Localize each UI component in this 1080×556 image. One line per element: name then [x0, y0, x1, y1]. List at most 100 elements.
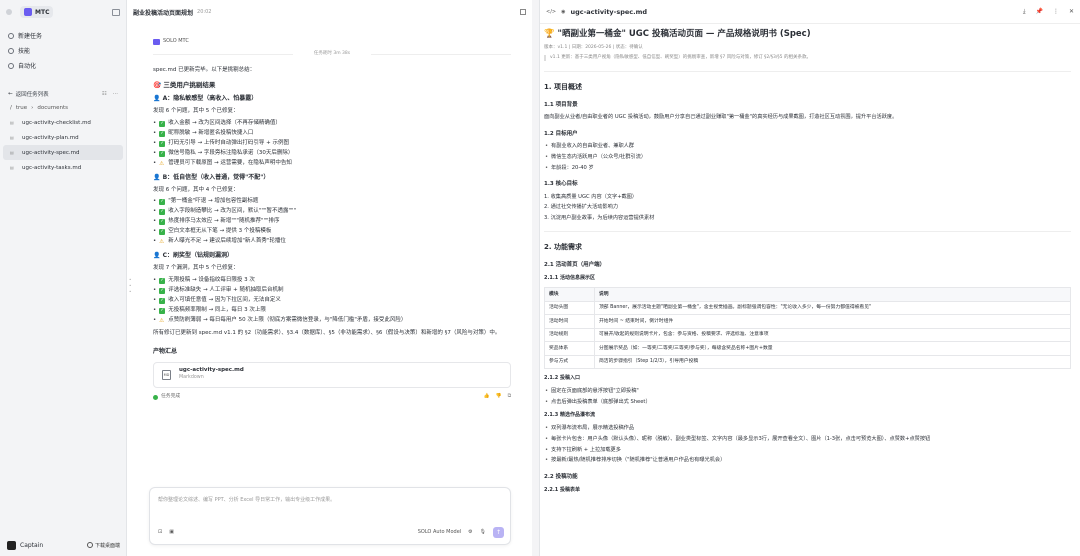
table-header-row: 模块 说明 — [544, 287, 1071, 302]
download-desktop-button[interactable]: 下载桌面端 — [86, 542, 120, 549]
warning-icon: ⚠ — [159, 160, 165, 167]
list-item: 点击后弹出投稿表单（底部弹出式 Sheet） — [544, 399, 1071, 407]
subsection-heading: 2.1.3 精选作品瀑布流 — [544, 412, 595, 419]
list-item: 有副业收入的自由职业者、兼职人群 — [544, 143, 1071, 151]
back-label: 返回任务列表 — [15, 92, 49, 98]
file-item-active[interactable]: ▤ ugc-activity-spec.md — [3, 145, 123, 160]
document-panel: </> ◉ ugc-activity-spec.md ⤓ 📌 ⋮ ✕ 🏆 "晒副… — [539, 0, 1080, 556]
table-cell: 活动头图 — [544, 300, 595, 316]
image-icon[interactable]: ▣ — [169, 529, 174, 535]
table-body: 活动头图 顶部 Banner，展示活动主题"晒副业第一桶金"，含主视觉插画。副标题… — [544, 300, 1071, 370]
pin-icon[interactable]: 📌 — [1035, 8, 1042, 16]
fix-text: 收入字段制造攀比 → 改为区间，默认"""暂不透露""" — [168, 208, 297, 215]
elapsed-divider[interactable]: 任务耗时 3m 38s — [153, 51, 511, 58]
table-cell: 参与方式 — [544, 354, 595, 370]
file-name: ugc-activity-tasks.md — [22, 164, 82, 171]
group-title: C：刷奖型（钻规则漏洞） — [162, 252, 233, 260]
fix-item: • ✓ 打码无引导 → 上传时自动弹出打码引导 + 示例图 — [153, 139, 289, 147]
workspace-name: MTC — [35, 8, 50, 16]
chat-time: 20:02 — [197, 9, 212, 15]
nav-skills[interactable]: 技能 — [0, 43, 126, 58]
group-heading: 👤 A：隐私敏感型（高收入、怕暴露） — [153, 95, 511, 104]
more-icon[interactable]: ··· — [113, 91, 118, 97]
breadcrumb-current[interactable]: documents — [37, 105, 68, 111]
attach-icon[interactable]: ⊡ — [158, 529, 162, 535]
fix-text: 打码无引导 → 上传时自动弹出打码引导 + 示例图 — [168, 139, 289, 146]
table-cell: 分图展示奖品（如：一等奖/二等奖/三等奖/参与奖），每级含奖品名称+图片+数量 — [594, 341, 1071, 356]
copy-icon[interactable]: ⧉ — [508, 394, 511, 401]
fix-text: 收入金额 → 改为区间选择（不再存储精确值） — [168, 119, 281, 126]
divider — [544, 231, 1071, 233]
message-composer[interactable]: 帮你整理论文综述、编写 PPT、分析 Excel 导日常工作，输出专业级工作成果… — [149, 487, 511, 545]
list-item: 年龄段：20-40 岁 — [544, 165, 1071, 173]
list-item: 双列瀑布流布局，展示精选投稿作品 — [544, 425, 1071, 433]
thumbs-up-icon[interactable]: 👍 — [484, 394, 490, 401]
table-cell: 开始时间 ~ 结束时间，倒计时组件 — [594, 314, 1071, 329]
back-arrow-icon: ← — [8, 91, 13, 97]
panel-toggle-icon[interactable] — [520, 9, 526, 15]
file-item[interactable]: ▤ ugc-activity-plan.md — [3, 130, 123, 145]
checkbox-checked-icon: ✓ — [159, 120, 166, 127]
checkbox-checked-icon: ✓ — [159, 278, 166, 285]
settings-icon[interactable]: ⚙ — [468, 529, 472, 535]
download-icon[interactable]: ⤓ — [1023, 8, 1026, 16]
preview-icon[interactable]: ◉ — [561, 9, 565, 15]
document-content: 🏆 "晒副业第一桶金" UGC 投稿活动页面 — 产品规格说明书 (Spec) … — [544, 28, 1071, 500]
file-item[interactable]: ▤ ugc-activity-tasks.md — [3, 160, 123, 175]
fix-text: "第一桶金"吓退 → 增加包容性副标题 — [168, 198, 259, 205]
markdown-file-icon: ▤ — [10, 165, 14, 170]
window-dot-icon — [6, 9, 12, 15]
warning-icon: ⚠ — [159, 239, 165, 246]
subsection-heading: 1.3 核心目标 — [544, 181, 578, 188]
table-cell: 活动规则 — [544, 327, 595, 343]
artifact-type: Markdown — [179, 375, 204, 381]
code-view-icon[interactable]: </> — [546, 9, 556, 15]
breadcrumb: / true › documents — [0, 101, 126, 115]
user-icon: 👤 — [153, 173, 161, 181]
skills-icon — [8, 47, 14, 54]
workspace-switcher[interactable]: MTC — [20, 6, 54, 18]
fix-item: • ✓ 无限投稿 → 设备指纹每日限投 3 次 — [153, 277, 255, 285]
back-to-tasks[interactable]: ← 返回任务列表 ☷ ··· — [0, 87, 126, 101]
user-name[interactable]: Captain — [20, 542, 43, 549]
list-item: 2. 通过社交传播扩大活动影响力 — [544, 204, 619, 211]
doc-tab-title: ugc-activity-spec.md — [570, 7, 648, 16]
fix-item: • ✓ 无投稿频率限制 → 同上，每日 3 次上限 — [153, 307, 266, 315]
fix-item: • ✓ 微信号隐私 → 字段旁标注隐私承诺（30天后删除） — [153, 149, 294, 157]
list-item: 1. 收集高质量 UGC 内容（文字+截图） — [544, 193, 638, 200]
nav-automation[interactable]: 自动化 — [0, 58, 126, 73]
avatar[interactable] — [7, 540, 16, 550]
view-options-icon[interactable]: ☷ — [102, 91, 107, 97]
more-icon[interactable]: ⋮ — [1053, 8, 1059, 16]
doc-update-note: v1.1 更新：基于三类用户视角（隐私敏感型、低自信型、刷奖型）的挑剔审查，新增… — [544, 54, 1071, 62]
subsection-heading: 1.2 目标用户 — [544, 130, 578, 137]
entry-list: 固定在页面底部的悬浮按钮"立即投稿" 点击后弹出投稿表单（底部弹出式 Sheet… — [544, 388, 1071, 407]
group-summary: 发现 7 个漏洞，其中 5 个已修复： — [153, 265, 239, 272]
model-selector[interactable]: SOLO Auto Model — [418, 529, 461, 535]
close-icon[interactable]: ✕ — [1069, 8, 1074, 16]
markdown-file-icon: ▤ — [10, 120, 14, 125]
fix-item: • ✓ 热度排序马太效应 → 新增"""随机推荐"""排序 — [153, 218, 280, 226]
checkbox-checked-icon: ✓ — [159, 140, 166, 147]
group-heading: 👤 C：刷奖型（钻规则漏洞） — [153, 252, 511, 261]
artifact-card[interactable]: MD ugc-activity-spec.md Markdown — [153, 361, 511, 388]
scroll-indicator[interactable]: • • • — [129, 277, 131, 295]
nav-new-task[interactable]: 新建任务 — [0, 28, 126, 43]
fix-text: 空白文本框无从下笔 → 提供 3 个投稿模板 — [168, 228, 272, 235]
breadcrumb-root[interactable]: / — [10, 105, 12, 111]
subsection-heading: 2.1.2 投稿入口 — [544, 375, 580, 382]
breadcrumb-dir[interactable]: true — [16, 105, 27, 111]
composer-input[interactable]: 帮你整理论文综述、编写 PPT、分析 Excel 导日常工作，输出专业级工作成果… — [158, 496, 335, 503]
intro-text: spec.md 已更新完毕。以下是挑剔总结： — [153, 66, 256, 73]
list-item: 按最新/最热/随机推荐排序切换（"随机推荐"让普通用户作品也有曝光机会） — [544, 457, 1071, 465]
automation-icon — [8, 62, 14, 69]
thumbs-down-icon[interactable]: 👎 — [496, 394, 502, 401]
users-heading-text: 三类用户挑剔结果 — [163, 80, 216, 89]
fix-text: 点赞防刷薄弱 → 每日每用户 50 次上限（彻底方案需微信登录，与"降低门槛"矛… — [168, 317, 407, 324]
file-item[interactable]: ▤ ugc-activity-checklist.md — [3, 115, 123, 130]
send-button[interactable]: ↑ — [493, 526, 504, 538]
file-name: ugc-activity-spec.md — [22, 149, 80, 156]
checkbox-checked-icon: ✓ — [159, 219, 166, 226]
mic-icon[interactable]: 🎙 — [480, 529, 486, 535]
sidebar-toggle-icon[interactable] — [112, 8, 120, 16]
